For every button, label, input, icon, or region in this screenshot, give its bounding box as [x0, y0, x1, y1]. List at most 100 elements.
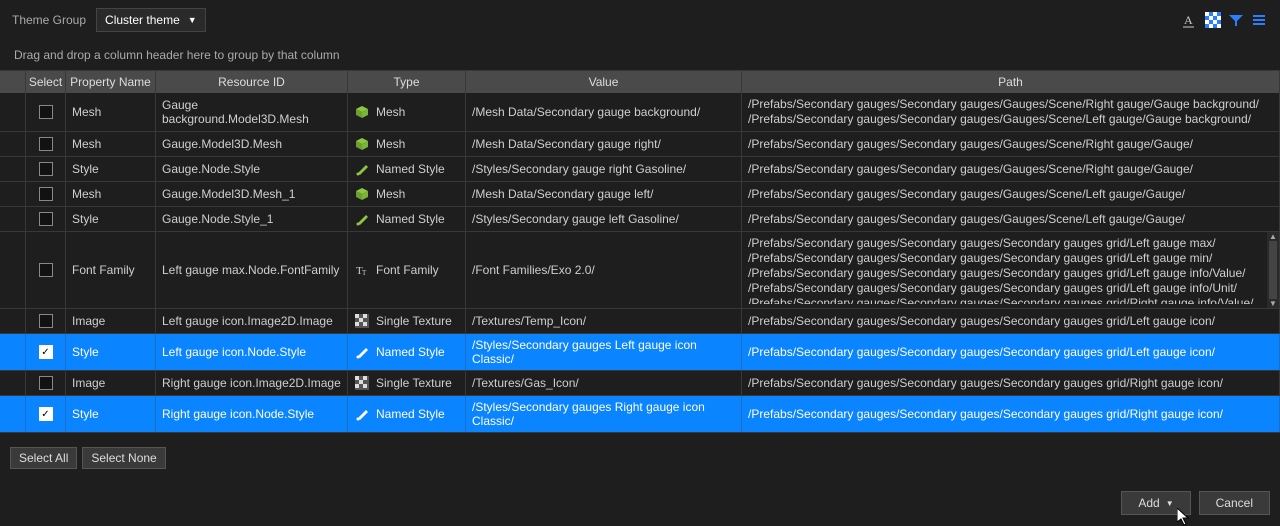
path-line: /Prefabs/Secondary gauges/Secondary gaug… [748, 251, 1273, 266]
type-cell: Named Style [348, 396, 466, 432]
type-label: Single Texture [376, 314, 452, 328]
resource-cell: Gauge.Model3D.Mesh_1 [156, 182, 348, 206]
path-line: /Prefabs/Secondary gauges/Secondary gaug… [748, 314, 1273, 329]
row-checkbox[interactable] [39, 314, 53, 328]
row-checkbox[interactable] [39, 187, 53, 201]
type-label: Single Texture [376, 376, 452, 390]
type-cell: Mesh [348, 182, 466, 206]
header-resource[interactable]: Resource ID [156, 71, 348, 93]
resource-cell: Right gauge icon.Node.Style [156, 396, 348, 432]
table-row[interactable]: StyleGauge.Node.StyleNamed Style/Styles/… [0, 157, 1280, 182]
path-cell: /Prefabs/Secondary gauges/Secondary gaug… [742, 132, 1280, 156]
path-line: /Prefabs/Secondary gauges/Secondary gaug… [748, 345, 1273, 360]
path-line: /Prefabs/Secondary gauges/Secondary gaug… [748, 137, 1273, 152]
type-label: Mesh [376, 137, 405, 151]
header-select[interactable]: Select [26, 71, 66, 93]
row-checkbox[interactable] [39, 263, 53, 277]
header-handle[interactable] [0, 71, 26, 93]
row-handle [0, 182, 26, 206]
table-row[interactable]: Font FamilyLeft gauge max.Node.FontFamil… [0, 232, 1280, 309]
add-label: Add [1138, 496, 1159, 510]
row-checkbox-cell [26, 93, 66, 131]
scroll-thumb[interactable] [1269, 241, 1277, 299]
value-cell: /Textures/Temp_Icon/ [466, 309, 742, 333]
checker-icon[interactable] [1204, 11, 1222, 29]
resource-cell: Gauge.Model3D.Mesh [156, 132, 348, 156]
table-row[interactable]: StyleGauge.Node.Style_1Named Style/Style… [0, 207, 1280, 232]
header-row: Select Property Name Resource ID Type Va… [0, 71, 1280, 93]
resource-cell: Left gauge max.Node.FontFamily [156, 232, 348, 308]
filter-icon[interactable] [1227, 11, 1245, 29]
property-cell: Mesh [66, 93, 156, 131]
cancel-button[interactable]: Cancel [1199, 491, 1270, 515]
table-row[interactable]: ✓ StyleLeft gauge icon.Node.Style Named St… [0, 334, 1280, 371]
cube-icon [354, 186, 370, 202]
texture-icon [354, 375, 370, 391]
row-checkbox[interactable]: ✓ [39, 407, 53, 421]
row-handle [0, 232, 26, 308]
grid-body: MeshGauge background.Model3D.MeshMesh/Me… [0, 93, 1280, 433]
type-label: Named Style [376, 162, 445, 176]
table-row[interactable]: ImageLeft gauge icon.Image2D.ImageSingle… [0, 309, 1280, 334]
path-line: /Prefabs/Secondary gauges/Secondary gaug… [748, 162, 1273, 177]
path-scrollbar[interactable]: ▲▼ [1267, 232, 1279, 308]
header-value[interactable]: Value [466, 71, 742, 93]
row-checkbox[interactable] [39, 212, 53, 226]
svg-text:A: A [1184, 13, 1193, 27]
row-checkbox[interactable] [39, 162, 53, 176]
row-checkbox-cell [26, 371, 66, 395]
path-cell: /Prefabs/Secondary gauges/Secondary gaug… [742, 207, 1280, 231]
property-cell: Style [66, 396, 156, 432]
value-cell: /Styles/Secondary gauge right Gasoline/ [466, 157, 742, 181]
scroll-up-icon[interactable]: ▲ [1269, 232, 1277, 241]
path-cell: /Prefabs/Secondary gauges/Secondary gaug… [742, 371, 1280, 395]
value-cell: /Font Families/Exo 2.0/ [466, 232, 742, 308]
row-checkbox[interactable] [39, 376, 53, 390]
resource-cell: Gauge.Node.Style [156, 157, 348, 181]
row-checkbox-cell [26, 157, 66, 181]
path-line: /Prefabs/Secondary gauges/Secondary gaug… [748, 236, 1273, 251]
row-handle [0, 157, 26, 181]
add-button[interactable]: Add ▼ [1121, 491, 1190, 515]
type-label: Named Style [376, 212, 445, 226]
path-line: /Prefabs/Secondary gauges/Secondary gaug… [748, 266, 1273, 281]
list-icon[interactable] [1250, 11, 1268, 29]
font-underline-icon[interactable]: A [1181, 11, 1199, 29]
path-cell: /Prefabs/Secondary gauges/Secondary gaug… [742, 334, 1280, 370]
svg-text:T: T [362, 269, 367, 277]
property-cell: Image [66, 371, 156, 395]
select-none-button[interactable]: Select None [82, 447, 165, 469]
row-handle [0, 93, 26, 131]
type-cell: Named Style [348, 334, 466, 370]
scroll-down-icon[interactable]: ▼ [1269, 299, 1277, 308]
header-property[interactable]: Property Name [66, 71, 156, 93]
table-row[interactable]: ImageRight gauge icon.Image2D.Image Singl… [0, 371, 1280, 396]
resource-cell: Right gauge icon.Image2D.Image [156, 371, 348, 395]
table-row[interactable]: MeshGauge.Model3D.MeshMesh/Mesh Data/Sec… [0, 132, 1280, 157]
row-checkbox-cell [26, 207, 66, 231]
table-row[interactable]: ✓ StyleRight gauge icon.Node.StyleNamed S… [0, 396, 1280, 433]
property-cell: Style [66, 334, 156, 370]
data-grid: Select Property Name Resource ID Type Va… [0, 71, 1280, 433]
row-checkbox[interactable] [39, 105, 53, 119]
row-checkbox-cell [26, 232, 66, 308]
table-row[interactable]: MeshGauge background.Model3D.MeshMesh/Me… [0, 93, 1280, 132]
chevron-down-icon: ▼ [1166, 499, 1174, 508]
path-line: /Prefabs/Secondary gauges/Secondary gaug… [748, 296, 1273, 304]
select-all-button[interactable]: Select All [10, 447, 77, 469]
font-icon: TT [354, 262, 370, 278]
resource-cell: Left gauge icon.Node.Style [156, 334, 348, 370]
header-type[interactable]: Type [348, 71, 466, 93]
row-checkbox[interactable]: ✓ [39, 345, 53, 359]
property-cell: Font Family [66, 232, 156, 308]
table-row[interactable]: MeshGauge.Model3D.Mesh_1Mesh/Mesh Data/S… [0, 182, 1280, 207]
theme-group-dropdown[interactable]: Cluster theme ▼ [96, 8, 206, 32]
row-handle [0, 132, 26, 156]
header-path[interactable]: Path [742, 71, 1280, 93]
type-cell: Single Texture [348, 309, 466, 333]
brush-icon [354, 406, 370, 422]
path-line: /Prefabs/Secondary gauges/Secondary gaug… [748, 376, 1273, 391]
cube-icon [354, 104, 370, 120]
row-checkbox[interactable] [39, 137, 53, 151]
type-label: Named Style [376, 345, 445, 359]
